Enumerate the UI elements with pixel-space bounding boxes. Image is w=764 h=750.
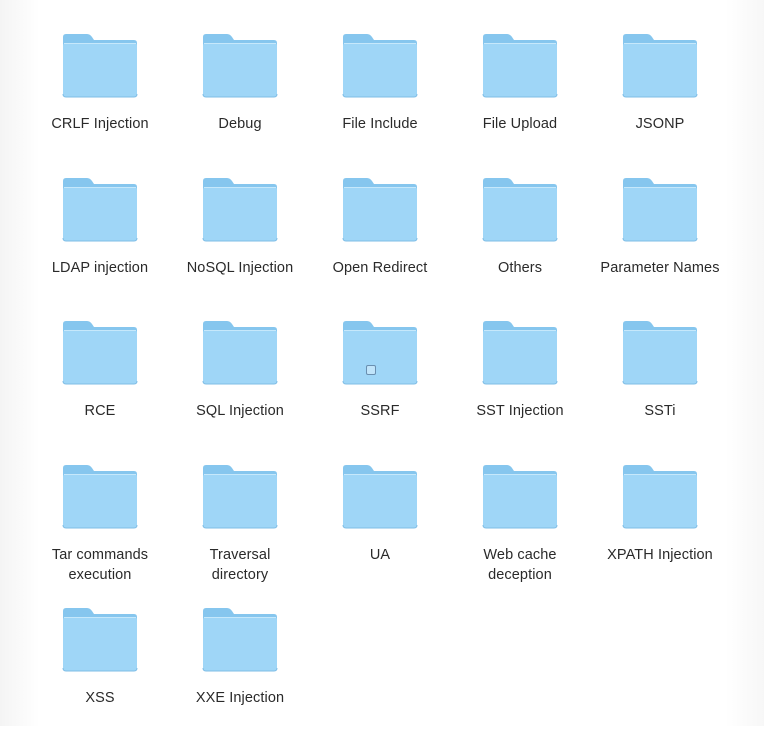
folder-label: SQL Injection (172, 401, 308, 421)
folder-label: CRLF Injection (32, 114, 168, 134)
folder-item[interactable]: CRLF Injection (30, 32, 170, 176)
folder-grid: CRLF InjectionDebugFile IncludeFile Uplo… (30, 32, 730, 750)
folder-item[interactable]: File Include (310, 32, 450, 176)
folder-item[interactable]: Open Redirect (310, 176, 450, 320)
window-edge-shadow-right (724, 0, 764, 726)
folder-label: Tar commands execution (32, 545, 168, 585)
folder-icon (341, 319, 419, 385)
folder-icon (201, 319, 279, 385)
folder-item[interactable]: LDAP injection (30, 176, 170, 320)
folder-item[interactable]: RCE (30, 319, 170, 463)
folder-icon (481, 32, 559, 98)
folder-label: NoSQL Injection (172, 258, 308, 278)
folder-icon (481, 176, 559, 242)
folder-icon (201, 606, 279, 672)
folder-label: Traversal directory (172, 545, 308, 585)
folder-item[interactable]: XSS (30, 606, 170, 750)
folder-label: Open Redirect (312, 258, 448, 278)
folder-item[interactable]: SSTi (590, 319, 730, 463)
folder-label: Others (452, 258, 588, 278)
folder-label: SSRF (312, 401, 448, 421)
folder-label: LDAP injection (32, 258, 168, 278)
folder-label: XSS (32, 688, 168, 708)
folder-icon (201, 463, 279, 529)
folder-item[interactable]: JSONP (590, 32, 730, 176)
folder-icon (61, 319, 139, 385)
folder-label: RCE (32, 401, 168, 421)
folder-item[interactable]: Others (450, 176, 590, 320)
folder-label: Parameter Names (592, 258, 728, 278)
mouse-pointer-icon (366, 365, 376, 375)
folder-item[interactable]: UA (310, 463, 450, 607)
folder-icon (61, 32, 139, 98)
folder-label: UA (312, 545, 448, 565)
folder-label: SSTi (592, 401, 728, 421)
folder-icon (341, 463, 419, 529)
folder-label: File Upload (452, 114, 588, 134)
folder-icon (61, 176, 139, 242)
folder-item[interactable]: Debug (170, 32, 310, 176)
folder-icon (61, 606, 139, 672)
folder-icon (61, 463, 139, 529)
folder-icon (621, 176, 699, 242)
folder-item[interactable]: Tar commands execution (30, 463, 170, 607)
folder-item[interactable]: File Upload (450, 32, 590, 176)
folder-icon (341, 32, 419, 98)
folder-icon (341, 176, 419, 242)
folder-icon (481, 463, 559, 529)
folder-item[interactable]: Traversal directory (170, 463, 310, 607)
folder-icon (481, 319, 559, 385)
folder-label: JSONP (592, 114, 728, 134)
folder-label: Web cache deception (452, 545, 588, 585)
folder-item[interactable]: Web cache deception (450, 463, 590, 607)
folder-item[interactable]: SST Injection (450, 319, 590, 463)
folder-label: Debug (172, 114, 308, 134)
folder-label: SST Injection (452, 401, 588, 421)
folder-icon (201, 32, 279, 98)
folder-icon (621, 319, 699, 385)
folder-icon (201, 176, 279, 242)
folder-item[interactable]: NoSQL Injection (170, 176, 310, 320)
folder-item[interactable]: XPATH Injection (590, 463, 730, 607)
folder-icon (621, 32, 699, 98)
folder-label: XPATH Injection (592, 545, 728, 565)
folder-item[interactable]: SSRF (310, 319, 450, 463)
folder-icon (621, 463, 699, 529)
folder-label: File Include (312, 114, 448, 134)
folder-item[interactable]: XXE Injection (170, 606, 310, 750)
folder-label: XXE Injection (172, 688, 308, 708)
folder-item[interactable]: Parameter Names (590, 176, 730, 320)
folder-item[interactable]: SQL Injection (170, 319, 310, 463)
